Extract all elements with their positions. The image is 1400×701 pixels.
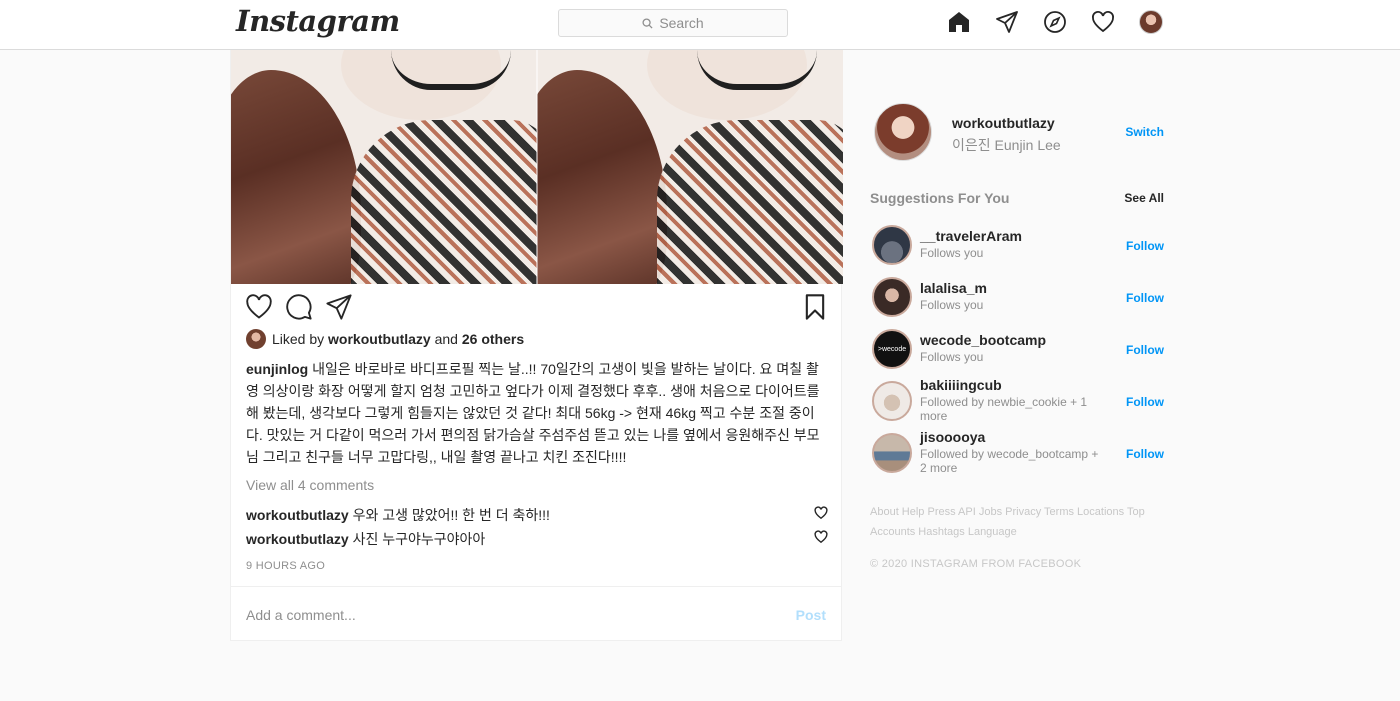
- comment-username[interactable]: workoutbutlazy: [246, 531, 349, 547]
- current-user-avatar[interactable]: [874, 103, 932, 161]
- suggestion-username[interactable]: lalalisa_m: [920, 280, 987, 296]
- comment-icon[interactable]: [285, 293, 313, 326]
- top-navigation-bar: Instagram Search: [0, 0, 1400, 50]
- photo-left-half: [231, 50, 537, 284]
- likes-prefix: Liked by: [272, 331, 325, 347]
- switch-account-button[interactable]: Switch: [1125, 125, 1164, 139]
- post-caption: eunjinlog 내일은 바로바로 바디프로필 찍는 날..!! 70일간의 …: [246, 358, 821, 468]
- direct-icon[interactable]: [994, 9, 1020, 35]
- likes-and: and: [434, 331, 458, 347]
- post-timestamp: 9 HOURS AGO: [246, 560, 326, 572]
- comment-row: workoutbutlazy 우와 고생 많았어!! 한 번 더 축하!!!: [246, 505, 828, 525]
- follow-button[interactable]: Follow: [1126, 447, 1164, 461]
- suggestions-header: Suggestions For You See All: [870, 190, 1164, 206]
- suggestion-subtext: Follows you: [920, 298, 984, 312]
- post-photo[interactable]: [231, 50, 843, 284]
- follow-button[interactable]: Follow: [1126, 239, 1164, 253]
- feed-post: Liked by workoutbutlazy and 26 others eu…: [230, 50, 843, 641]
- add-comment-bar: Add a comment... Post: [231, 586, 841, 641]
- instagram-logo[interactable]: Instagram: [236, 4, 400, 38]
- liker-avatar[interactable]: [246, 329, 266, 349]
- follow-button[interactable]: Follow: [1126, 343, 1164, 357]
- comment-username[interactable]: workoutbutlazy: [246, 507, 349, 523]
- comment-like-heart-icon[interactable]: [814, 530, 828, 547]
- photo-right-half: [537, 50, 843, 284]
- suggestion-username[interactable]: jisooooya: [920, 429, 985, 445]
- likes-summary: Liked by workoutbutlazy and 26 others: [246, 329, 524, 349]
- footer-links[interactable]: About Help Press API Jobs Privacy Terms …: [870, 502, 1170, 542]
- current-user-fullname: 이은진 Eunjin Lee: [952, 137, 1061, 153]
- search-placeholder: Search: [659, 15, 704, 31]
- suggestion-avatar[interactable]: [872, 277, 912, 317]
- search-icon: [642, 17, 653, 29]
- see-all-link[interactable]: See All: [1124, 191, 1164, 205]
- suggestion-item: __travelerAram Follows you Follow: [870, 224, 1164, 268]
- copyright-text: © 2020 INSTAGRAM FROM FACEBOOK: [870, 558, 1082, 570]
- share-icon[interactable]: [325, 293, 353, 326]
- like-heart-icon[interactable]: [245, 293, 273, 326]
- suggestion-item: >wecode wecode_bootcamp Follows you Foll…: [870, 328, 1164, 372]
- suggestion-avatar[interactable]: [872, 381, 912, 421]
- caption-username[interactable]: eunjinlog: [246, 361, 308, 377]
- post-comment-button[interactable]: Post: [796, 607, 826, 623]
- suggestion-username[interactable]: bakiiiingcub: [920, 377, 1002, 393]
- suggestion-subtext: Followed by wecode_bootcamp + 2 more: [920, 447, 1099, 475]
- suggestion-avatar[interactable]: >wecode: [872, 329, 912, 369]
- suggestion-subtext: Followed by newbie_cookie + 1 more: [920, 395, 1088, 423]
- comment-row: workoutbutlazy 사진 누구야누구야아아: [246, 529, 828, 549]
- suggestion-avatar[interactable]: [872, 433, 912, 473]
- caption-text: 내일은 바로바로 바디프로필 찍는 날..!! 70일간의 고생이 빛을 발하는…: [246, 361, 820, 465]
- add-comment-input[interactable]: Add a comment...: [246, 607, 356, 623]
- suggestion-item: bakiiiingcub Followed by newbie_cookie +…: [870, 377, 1164, 424]
- current-user-username[interactable]: workoutbutlazy: [952, 115, 1055, 131]
- suggestions-title: Suggestions For You: [870, 190, 1010, 206]
- comment-text: 사진 누구야누구야아아: [352, 531, 486, 547]
- follow-button[interactable]: Follow: [1126, 291, 1164, 305]
- suggestion-subtext: Follows you: [920, 350, 984, 364]
- follow-button[interactable]: Follow: [1126, 395, 1164, 409]
- profile-avatar-icon[interactable]: [1138, 9, 1164, 35]
- view-all-comments-link[interactable]: View all 4 comments: [246, 477, 374, 493]
- comment-like-heart-icon[interactable]: [814, 506, 828, 523]
- liker-username[interactable]: workoutbutlazy: [328, 331, 431, 347]
- likes-others-link[interactable]: 26 others: [462, 331, 524, 347]
- activity-heart-icon[interactable]: [1090, 9, 1116, 35]
- current-user-card: workoutbutlazy 이은진 Eunjin Lee Switch: [874, 103, 1164, 161]
- search-input[interactable]: Search: [558, 9, 788, 37]
- suggestion-username[interactable]: wecode_bootcamp: [920, 332, 1046, 348]
- suggestion-subtext: Follows you: [920, 246, 984, 260]
- post-actions: [245, 293, 829, 323]
- suggestion-username[interactable]: __travelerAram: [920, 228, 1022, 244]
- wecode-avatar-text: >wecode: [877, 345, 907, 353]
- suggestion-item: lalalisa_m Follows you Follow: [870, 276, 1164, 320]
- suggestion-item: jisooooya Followed by wecode_bootcamp + …: [870, 429, 1164, 476]
- bookmark-icon[interactable]: [801, 293, 829, 326]
- home-icon[interactable]: [946, 9, 972, 35]
- suggestion-avatar[interactable]: [872, 225, 912, 265]
- explore-icon[interactable]: [1042, 9, 1068, 35]
- comment-text: 우와 고생 많았어!! 한 번 더 축하!!!: [352, 507, 550, 523]
